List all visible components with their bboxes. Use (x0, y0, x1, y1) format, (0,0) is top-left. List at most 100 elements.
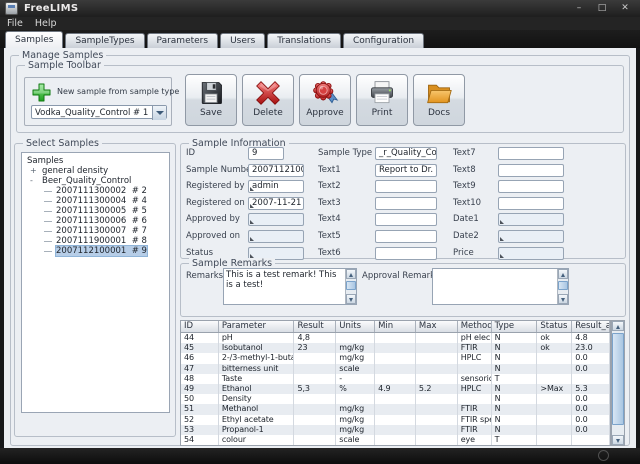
column-header-result-a-[interactable]: Result_a... (572, 321, 610, 332)
menu-help[interactable]: Help (35, 18, 65, 29)
field-approved-on[interactable] (248, 230, 304, 243)
delete-button[interactable]: Delete (242, 74, 294, 126)
table-row[interactable]: 462-/3-methyl-1-butanolmg/kgHPLCN0.0 (181, 353, 610, 363)
column-header-max[interactable]: Max (416, 321, 458, 332)
column-header-parameter[interactable]: Parameter (219, 321, 295, 332)
approval-remarks-textarea[interactable] (432, 268, 569, 305)
table-row[interactable]: 44pH4,8pH elec.Nok4.8 (181, 333, 610, 343)
tab-translations[interactable]: Translations (267, 33, 341, 48)
field-registered-by[interactable]: admin (248, 180, 304, 193)
field-text6[interactable] (375, 247, 437, 260)
table-cell (416, 364, 458, 374)
field-text10[interactable] (498, 197, 564, 210)
scrollbar-thumb[interactable] (346, 281, 356, 290)
table-cell (416, 425, 458, 435)
minimize-button[interactable]: – (572, 2, 586, 15)
tree-node[interactable]: +general density (22, 166, 169, 176)
field-date1[interactable] (498, 213, 564, 226)
plus-icon (31, 82, 52, 103)
field-date2[interactable] (498, 230, 564, 243)
collapse-toggle-icon[interactable]: - (30, 176, 33, 186)
scroll-up-button[interactable] (612, 321, 624, 331)
table-row[interactable]: 51Methanolmg/kgFTIRN0.0 (181, 404, 610, 414)
column-header-min[interactable]: Min (375, 321, 416, 332)
column-header-units[interactable]: Units (336, 321, 375, 332)
tree-leaf[interactable]: 2007112100001 # 9 (22, 246, 169, 256)
scrollbar-thumb[interactable] (612, 333, 624, 425)
field-text4[interactable] (375, 213, 437, 226)
table-row[interactable]: 54colourscaleeyeT (181, 435, 610, 445)
field-text1[interactable]: Report to Dr. Tan (375, 164, 437, 177)
docs-button[interactable]: Docs (413, 74, 465, 126)
tree-node[interactable]: -Beer_Quality_Control (22, 176, 169, 186)
maximize-button[interactable]: □ (595, 2, 609, 15)
tree-leaf[interactable]: 2007111300002 # 2 (22, 186, 169, 196)
tree-leaf[interactable]: 2007111300004 # 4 (22, 196, 169, 206)
results-table-header[interactable]: IDParameterResultUnitsMinMaxMethodTypeSt… (181, 321, 610, 333)
table-row[interactable]: 48Taste-sensoricT (181, 374, 610, 384)
remarks-scrollbar[interactable] (345, 269, 356, 304)
column-header-type[interactable]: Type (492, 321, 538, 332)
field-approved-by[interactable] (248, 213, 304, 226)
table-row[interactable]: 49Ethanol5,3%4.95.2HPLCN>Max5.3 (181, 384, 610, 394)
table-cell (294, 415, 336, 425)
print-button[interactable]: Print (356, 74, 408, 126)
samples-tree[interactable]: Samples+general density-Beer_Quality_Con… (21, 152, 170, 413)
table-cell: mg/kg (336, 343, 375, 353)
tree-root[interactable]: Samples (22, 156, 169, 166)
scroll-up-button[interactable] (558, 269, 568, 279)
column-header-id[interactable]: ID (181, 321, 219, 332)
save-button[interactable]: Save (185, 74, 237, 126)
table-row[interactable]: 53Propanol-1mg/kgFTIRN0.0 (181, 425, 610, 435)
table-cell: 51 (181, 404, 219, 414)
scroll-up-button[interactable] (346, 269, 356, 279)
scroll-down-button[interactable] (612, 435, 624, 445)
remarks-textarea[interactable]: This is a test remark! This is a test! (223, 268, 357, 305)
scroll-down-button[interactable] (346, 294, 356, 304)
field-text9[interactable] (498, 180, 564, 193)
tree-leaf[interactable]: 2007111900001 # 8 (22, 236, 169, 246)
field-text8[interactable] (498, 164, 564, 177)
field-price[interactable] (498, 247, 564, 260)
combobox-dropdown-button[interactable] (152, 106, 166, 120)
expand-toggle-icon[interactable]: + (30, 166, 37, 176)
table-cell (375, 353, 416, 363)
table-row[interactable]: 45Isobutanol23mg/kgFTIRNok23.0 (181, 343, 610, 353)
approve-button[interactable]: Approve (299, 74, 351, 126)
results-table[interactable]: IDParameterResultUnitsMinMaxMethodTypeSt… (180, 320, 611, 446)
table-row[interactable]: 50DensityN0.0 (181, 394, 610, 404)
table-row[interactable]: 52Ethyl acetatemg/kgFTIR spe...N0.0 (181, 415, 610, 425)
column-header-result[interactable]: Result (294, 321, 336, 332)
menu-file[interactable]: File (7, 18, 31, 29)
tree-leaf[interactable]: 2007111300006 # 6 (22, 216, 169, 226)
field-text3[interactable] (375, 197, 437, 210)
field-id[interactable]: 9 (248, 147, 284, 160)
tab-sampletypes[interactable]: SampleTypes (65, 33, 144, 48)
field-sample-number[interactable]: 2007112100001 (248, 164, 304, 177)
field-text5[interactable] (375, 230, 437, 243)
scrollbar-thumb[interactable] (558, 281, 568, 290)
sample-type-combobox[interactable]: Vodka_Quality_Control # 1 (31, 105, 167, 119)
column-header-status[interactable]: Status (537, 321, 572, 332)
field-sample-type[interactable]: _r_Quality_Control (375, 147, 437, 160)
menu-bar: File Help (0, 17, 640, 30)
close-button[interactable]: ✕ (618, 2, 632, 15)
approval-remarks-scrollbar[interactable] (557, 269, 568, 304)
field-registered-on[interactable]: 2007-11-21 (248, 197, 304, 210)
field-text2[interactable] (375, 180, 437, 193)
table-cell: N (492, 415, 538, 425)
tab-parameters[interactable]: Parameters (147, 33, 219, 48)
table-cell (294, 404, 336, 414)
table-row[interactable]: 47bitterness unitscaleN0.0 (181, 364, 610, 374)
scroll-down-button[interactable] (558, 294, 568, 304)
tree-leaf[interactable]: 2007111300007 # 7 (22, 226, 169, 236)
table-cell: 0.0 (572, 415, 610, 425)
tab-configuration[interactable]: Configuration (343, 33, 424, 48)
results-table-scrollbar[interactable] (611, 320, 625, 446)
table-cell (572, 374, 610, 384)
tab-samples[interactable]: Samples (5, 31, 63, 48)
tree-leaf[interactable]: 2007111300005 # 5 (22, 206, 169, 216)
tab-users[interactable]: Users (220, 33, 265, 48)
field-text7[interactable] (498, 147, 564, 160)
column-header-method[interactable]: Method (458, 321, 492, 332)
